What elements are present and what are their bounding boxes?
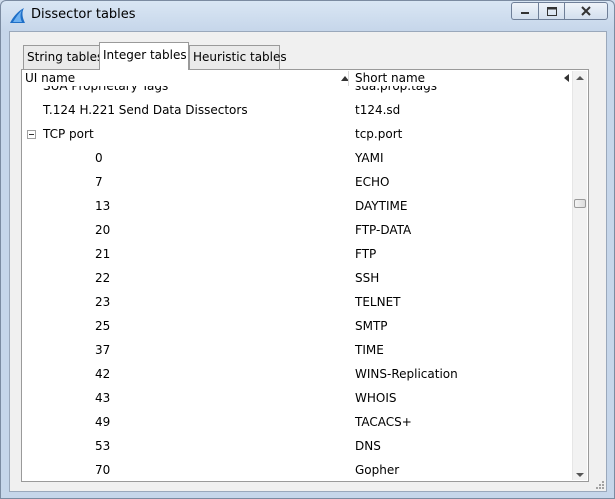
maximize-button[interactable] — [538, 2, 564, 20]
short-name-cell: Gopher — [355, 463, 400, 477]
tree-row[interactable]: 49 TACACS+ — [23, 413, 577, 437]
tree-row[interactable]: 20 FTP-DATA — [23, 221, 577, 245]
ui-name-cell: 20 — [95, 223, 111, 237]
short-name-cell: DAYTIME — [355, 199, 408, 213]
minimize-icon — [521, 12, 529, 14]
wireshark-fin-icon — [10, 8, 25, 23]
short-name-cell: WINS-Replication — [355, 367, 458, 381]
close-button[interactable] — [564, 2, 608, 20]
ui-name-cell: 25 — [95, 319, 111, 333]
tree-row[interactable]: T.124 H.221 Send Data Dissectors t124.sd — [23, 101, 577, 125]
column-divider[interactable] — [348, 71, 349, 86]
tab-heuristic-tables[interactable]: Heuristic tables — [189, 45, 287, 69]
ui-name-cell: 13 — [95, 199, 111, 213]
column-header-ui-name[interactable]: UI name — [25, 71, 75, 86]
tree-row[interactable]: 13 DAYTIME — [23, 197, 577, 221]
integer-tables-panel: SUA Proprietary Tags sua.prop.tags T.124 H… — [21, 69, 589, 482]
tree-row[interactable]: TCP port tcp.port — [23, 125, 577, 149]
ui-name-cell: 0 — [95, 151, 103, 165]
short-name-cell: WHOIS — [355, 391, 397, 405]
scroll-down-arrow-icon[interactable] — [576, 473, 584, 477]
tree-header: UI name Short name — [23, 71, 577, 86]
short-name-cell: DNS — [355, 439, 381, 453]
ui-name-cell: 37 — [95, 343, 111, 357]
window-title: Dissector tables — [31, 7, 136, 22]
tab-label: Integer tables — [103, 48, 187, 62]
scroll-up-arrow-icon[interactable] — [576, 76, 584, 80]
short-name-cell: TELNET — [355, 295, 401, 309]
short-name-cell: TIME — [355, 343, 384, 357]
short-name-cell: FTP-DATA — [355, 223, 412, 237]
short-name-cell: ECHO — [355, 175, 390, 189]
ui-name-cell: 43 — [95, 391, 111, 405]
tree-row[interactable]: 37 TIME — [23, 341, 577, 365]
tree-row[interactable]: 0 YAMI — [23, 149, 577, 173]
short-name-cell: TACACS+ — [355, 415, 412, 429]
short-name-cell: YAMI — [355, 151, 384, 165]
short-name-cell: t124.sd — [355, 103, 401, 117]
short-name-cell: SSH — [355, 271, 380, 285]
header-scroll-left-icon[interactable] — [564, 74, 569, 82]
ui-name-cell: 70 — [95, 463, 111, 477]
tab-integer-tables[interactable]: Integer tables — [99, 42, 189, 70]
close-icon — [581, 6, 591, 16]
short-name-cell: SMTP — [355, 319, 388, 333]
ui-name-cell: TCP port — [43, 127, 94, 141]
short-name-cell: FTP — [355, 247, 377, 261]
ui-name-cell: T.124 H.221 Send Data Dissectors — [43, 103, 248, 117]
tree-row[interactable]: 53 DNS — [23, 437, 577, 461]
minimize-button[interactable] — [511, 2, 538, 20]
resize-grip-icon[interactable] — [595, 480, 605, 490]
tree-row[interactable]: 25 SMTP — [23, 317, 577, 341]
tree-rows: SUA Proprietary Tags sua.prop.tags T.124 H… — [23, 77, 577, 480]
tab-string-tables[interactable]: String tables — [23, 45, 104, 69]
tree-row[interactable]: 42 WINS-Replication — [23, 365, 577, 389]
ui-name-cell: 21 — [95, 247, 111, 261]
ui-name-cell: 42 — [95, 367, 111, 381]
ui-name-cell: 7 — [95, 175, 103, 189]
dissector-tables-window: Dissector tables String tables Integer t… — [0, 0, 615, 499]
ui-name-cell: 49 — [95, 415, 111, 429]
dissector-tree[interactable]: SUA Proprietary Tags sua.prop.tags T.124 H… — [23, 71, 587, 480]
ui-name-cell: 22 — [95, 271, 111, 285]
tab-label: String tables — [27, 50, 104, 64]
tree-row[interactable]: 23 TELNET — [23, 293, 577, 317]
tree-row[interactable]: 43 WHOIS — [23, 389, 577, 413]
tree-row[interactable]: 70 Gopher — [23, 461, 577, 480]
scroll-thumb[interactable] — [574, 199, 586, 208]
tree-row[interactable]: 22 SSH — [23, 269, 577, 293]
column-header-short-name[interactable]: Short name — [355, 71, 425, 86]
maximize-icon — [546, 6, 557, 16]
tree-row[interactable]: 7 ECHO — [23, 173, 577, 197]
ui-name-cell: 23 — [95, 295, 111, 309]
caption-buttons — [511, 2, 608, 21]
collapse-toggle-icon[interactable] — [27, 130, 36, 139]
vertical-scrollbar[interactable] — [572, 71, 587, 480]
dialog-client-area: String tables Integer tables Heuristic t… — [9, 31, 607, 492]
tree-row[interactable]: 21 FTP — [23, 245, 577, 269]
tab-label: Heuristic tables — [193, 50, 287, 64]
short-name-cell: tcp.port — [355, 127, 403, 141]
title-bar[interactable]: Dissector tables — [1, 1, 614, 30]
ui-name-cell: 53 — [95, 439, 111, 453]
